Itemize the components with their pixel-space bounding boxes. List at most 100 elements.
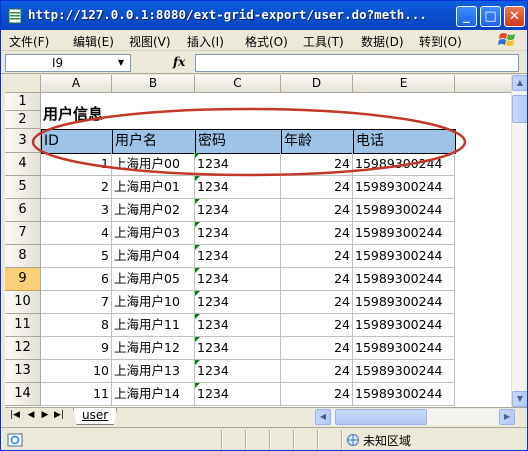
cell-id[interactable]: 1 (41, 153, 112, 176)
cell-age[interactable]: 24 (281, 176, 353, 199)
col-header-d[interactable]: D (281, 75, 353, 93)
first-sheet-icon[interactable]: |◀ (9, 410, 21, 420)
cell-phone[interactable]: 15989300244 (353, 337, 455, 360)
cell-phone[interactable]: 15989300244 (353, 245, 455, 268)
cell-age[interactable]: 24 (281, 360, 353, 383)
cell-phone[interactable]: 15989300244 (353, 314, 455, 337)
cell-phone[interactable]: 15989300244 (353, 383, 455, 406)
col-header-b[interactable]: B (112, 75, 195, 93)
cell-username[interactable]: 上海用户04 (112, 245, 195, 268)
menu-data[interactable]: 数据(D) (361, 33, 404, 50)
formula-input[interactable] (195, 54, 519, 72)
cell-age[interactable]: 24 (281, 383, 353, 406)
name-box[interactable]: I9 ▼ (5, 54, 131, 72)
row-header-1[interactable]: 1 (5, 93, 41, 111)
row-header-12[interactable]: 12 (5, 337, 41, 360)
col-header-f[interactable] (455, 75, 511, 93)
cell-username[interactable]: 上海用户05 (112, 268, 195, 291)
cell-phone[interactable]: 15989300244 (353, 291, 455, 314)
cell-password[interactable]: 1234 (195, 360, 281, 383)
row-header-4[interactable]: 4 (5, 153, 41, 176)
cell-id[interactable]: 8 (41, 314, 112, 337)
select-all-corner[interactable] (5, 75, 41, 93)
cell-phone[interactable]: 15989300244 (353, 268, 455, 291)
menu-tools[interactable]: 工具(T) (303, 33, 344, 50)
scroll-down-icon[interactable]: ▼ (512, 391, 527, 407)
cell-username[interactable]: 上海用户02 (112, 199, 195, 222)
cell-phone[interactable]: 15989300244 (353, 199, 455, 222)
cell-phone[interactable]: 15989300244 (353, 360, 455, 383)
cell-age[interactable]: 24 (281, 268, 353, 291)
cell-age[interactable]: 24 (281, 314, 353, 337)
menu-edit[interactable]: 编辑(E) (73, 33, 114, 50)
row-header-3[interactable]: 3 (5, 129, 41, 153)
row-header-2[interactable]: 2 (5, 111, 41, 129)
cell-id[interactable]: 6 (41, 268, 112, 291)
row-header-8[interactable]: 8 (5, 245, 41, 268)
cell-username[interactable]: 上海用户12 (112, 337, 195, 360)
chevron-down-icon[interactable]: ▼ (114, 57, 128, 69)
scroll-right-icon[interactable]: ▶ (499, 409, 515, 425)
cell-id[interactable]: 11 (41, 383, 112, 406)
cell-password[interactable]: 1234 (195, 291, 281, 314)
cell-age[interactable]: 24 (281, 222, 353, 245)
col-header-a[interactable]: A (41, 75, 112, 93)
close-button[interactable]: ✕ (504, 6, 525, 27)
vertical-scroll-thumb[interactable] (512, 95, 527, 123)
title-bar[interactable]: http://127.0.0.1:8080/ext-grid-export/us… (1, 1, 527, 30)
menu-file[interactable]: 文件(F) (9, 33, 49, 50)
scroll-left-icon[interactable]: ◀ (315, 409, 331, 425)
cell-phone[interactable]: 15989300244 (353, 153, 455, 176)
cell-id[interactable]: 3 (41, 199, 112, 222)
last-sheet-icon[interactable]: ▶| (53, 410, 65, 420)
row-header-9[interactable]: 9 (5, 268, 41, 291)
cell-phone[interactable]: 15989300244 (353, 222, 455, 245)
header-cell-username[interactable]: 用户名 (112, 129, 196, 154)
cell-age[interactable]: 24 (281, 337, 353, 360)
cell-username[interactable]: 上海用户03 (112, 222, 195, 245)
row-header-6[interactable]: 6 (5, 199, 41, 222)
cell-id[interactable]: 7 (41, 291, 112, 314)
function-icon[interactable]: fx (173, 55, 185, 69)
cell-password[interactable]: 1234 (195, 199, 281, 222)
menu-format[interactable]: 格式(O) (245, 33, 288, 50)
cell-id[interactable]: 2 (41, 176, 112, 199)
header-cell-id[interactable]: ID (41, 129, 113, 154)
cell-password[interactable]: 1234 (195, 245, 281, 268)
cell-password[interactable]: 1234 (195, 153, 281, 176)
cell-age[interactable]: 24 (281, 199, 353, 222)
minimize-button[interactable]: _ (456, 6, 477, 27)
cell-id[interactable]: 10 (41, 360, 112, 383)
cell-age[interactable]: 24 (281, 245, 353, 268)
horizontal-scroll-thumb[interactable] (335, 409, 427, 425)
menu-insert[interactable]: 插入(I) (187, 33, 224, 50)
horizontal-scrollbar[interactable]: ◀ ▶ (315, 409, 515, 425)
cell-password[interactable]: 1234 (195, 337, 281, 360)
cell-age[interactable]: 24 (281, 153, 353, 176)
menu-goto[interactable]: 转到(O) (419, 33, 462, 50)
cell-id[interactable]: 4 (41, 222, 112, 245)
row-header-11[interactable]: 11 (5, 314, 41, 337)
header-cell-age[interactable]: 年龄 (281, 129, 354, 154)
worksheet-grid[interactable]: A B C D E 1 2 3 4 5 6 7 8 9 10 11 12 13 … (5, 75, 511, 407)
next-sheet-icon[interactable]: ▶ (39, 410, 51, 420)
cell-password[interactable]: 1234 (195, 314, 281, 337)
cell-username[interactable]: 上海用户01 (112, 176, 195, 199)
row-header-10[interactable]: 10 (5, 291, 41, 314)
menu-view[interactable]: 视图(V) (129, 33, 171, 50)
cell-id[interactable]: 5 (41, 245, 112, 268)
prev-sheet-icon[interactable]: ◀ (25, 410, 37, 420)
scroll-up-icon[interactable]: ▲ (512, 75, 527, 91)
vertical-scrollbar[interactable]: ▲ ▼ (511, 75, 527, 407)
row-header-5[interactable]: 5 (5, 176, 41, 199)
col-header-c[interactable]: C (195, 75, 281, 93)
cell-username[interactable]: 上海用户14 (112, 383, 195, 406)
cell-id[interactable]: 9 (41, 337, 112, 360)
header-cell-phone[interactable]: 电话 (353, 129, 456, 154)
cell-password[interactable]: 1234 (195, 383, 281, 406)
header-cell-password[interactable]: 密码 (195, 129, 282, 154)
col-header-e[interactable]: E (353, 75, 455, 93)
cell-username[interactable]: 上海用户13 (112, 360, 195, 383)
row-header-14[interactable]: 14 (5, 383, 41, 406)
cell-password[interactable]: 1234 (195, 222, 281, 245)
